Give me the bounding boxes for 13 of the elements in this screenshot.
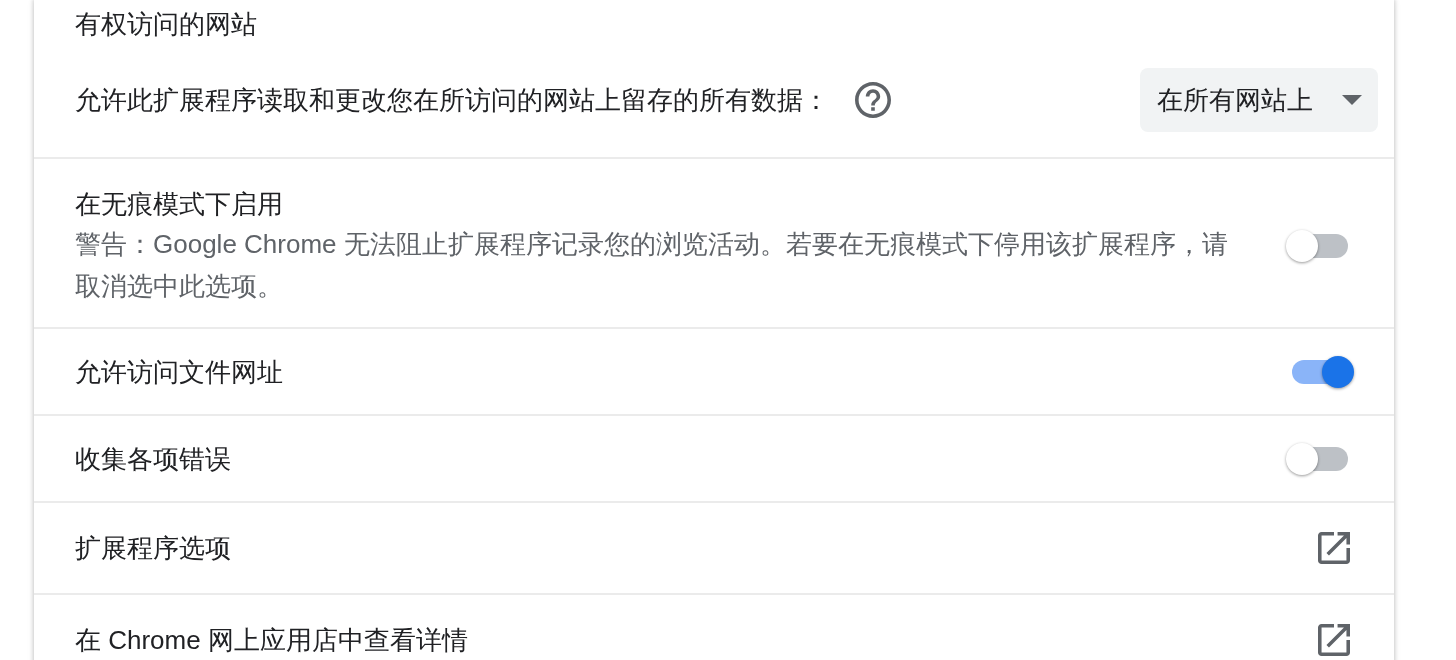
site-access-dropdown[interactable]: 在所有网站上 — [1140, 68, 1378, 132]
setting-label: 收集各项错误 — [75, 442, 231, 476]
warning-text: 警告：Google Chrome 无法阻止扩展程序记录您的浏览活动。若要在无痕模式下停用该扩展程序，请取消选中此选项。 — [75, 228, 1229, 303]
external-link-icon[interactable] — [1318, 532, 1350, 564]
setting-label: 在 Chrome 网上应用店中查看详情 — [75, 624, 468, 657]
help-icon[interactable] — [855, 82, 891, 118]
site-access-label: 允许此扩展程序读取和更改您在所访问的网站上留存的所有数据： — [75, 84, 829, 117]
caret-icon — [1342, 95, 1362, 105]
setting-label: 扩展程序选项 — [75, 532, 231, 565]
external-link-icon[interactable] — [1318, 624, 1350, 656]
setting-label: 允许访问文件网址 — [75, 355, 283, 389]
section-title: 有权访问的网站 — [75, 8, 257, 41]
setting-label: 在无痕模式下启用 — [75, 188, 283, 221]
